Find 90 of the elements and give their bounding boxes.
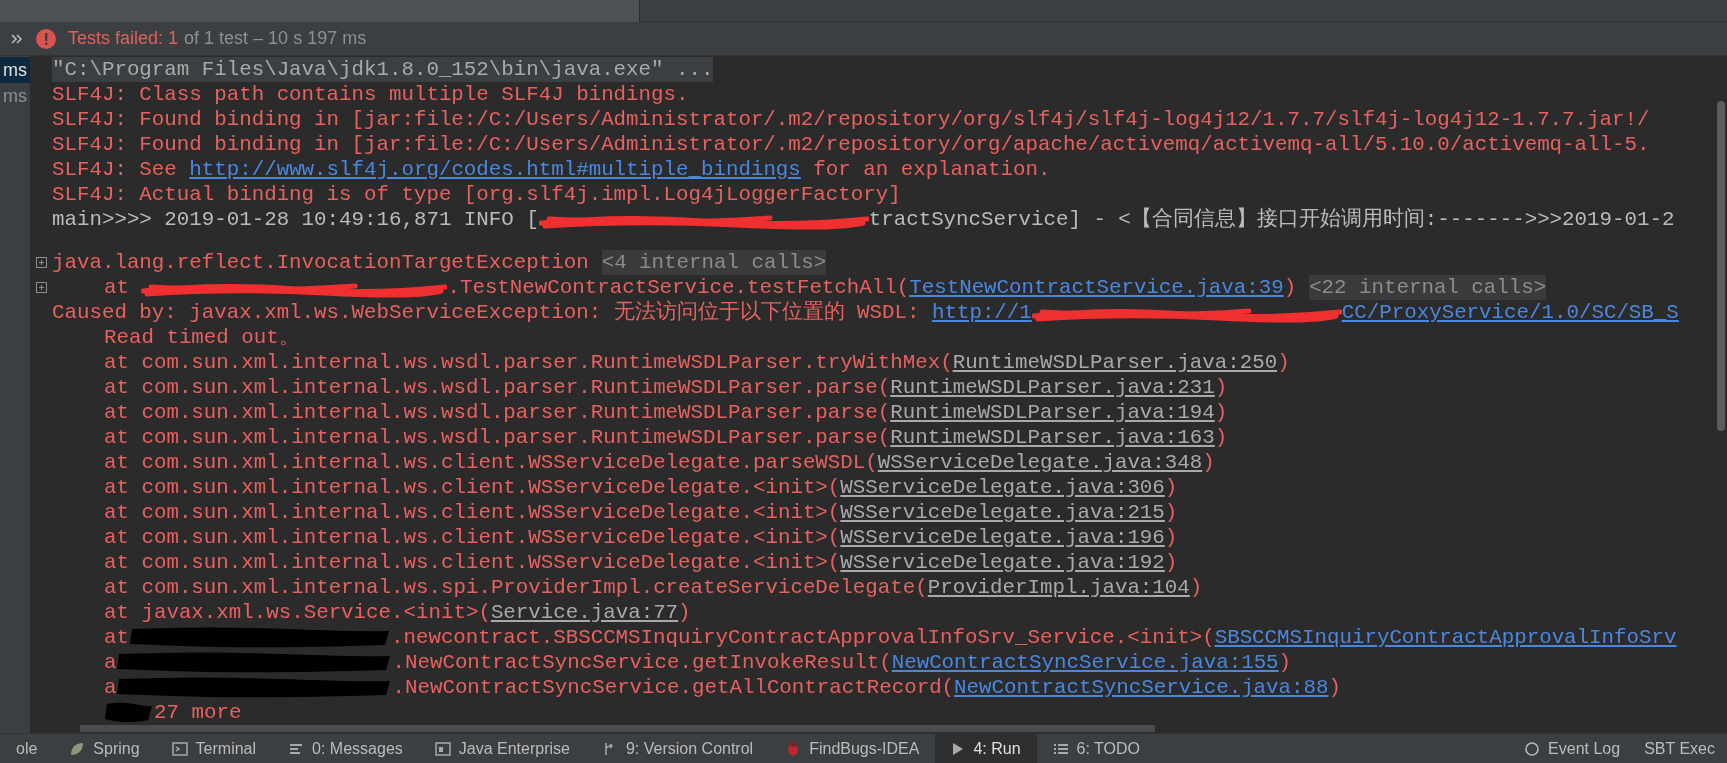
error-text: .TestNewContractService.testFetchAll( <box>447 275 910 300</box>
tool-window-button[interactable]: Event Log <box>1512 733 1633 763</box>
test-tree-item[interactable]: ms <box>0 83 30 109</box>
error-text: at com.sun.xml.internal.ws.client.WSServiceDelegate.<init>( <box>104 550 841 575</box>
error-text: SLF4J: Class path contains multiple SLF4J bindings. <box>52 82 689 107</box>
error-text: for an explanation. <box>812 157 1051 182</box>
error-icon <box>36 28 56 49</box>
error-text: at <box>104 275 130 300</box>
link[interactable]: SBSCCMSInquiryContractApprovalInfoSrv <box>1214 625 1677 650</box>
error-text: ) <box>1189 575 1203 600</box>
error-text: ) <box>1164 525 1178 550</box>
tool-window-button[interactable]: Spring <box>53 733 156 763</box>
error-text: ) <box>1214 400 1228 425</box>
error-text: SLF4J: Actual binding is of type [org.slf4j.impl.Log4jLoggerFactory] <box>52 182 901 207</box>
error-text: ) <box>1277 350 1290 375</box>
error-text: ) <box>1164 475 1178 500</box>
error-text: Read timed out。 <box>104 325 300 350</box>
error-text: java.lang.reflect.InvocationTargetException <box>52 250 589 275</box>
tool-window-button[interactable]: Terminal <box>155 733 273 763</box>
window-icon <box>434 740 451 757</box>
error-text: 27 more <box>154 700 242 725</box>
error-text: at com.sun.xml.internal.ws.wsdl.parser.RuntimeWSDLParser.parse( <box>104 425 891 450</box>
error-text: ) <box>1283 275 1297 300</box>
link[interactable]: CC/ProxyService/1.0/SC/SB_S <box>1341 300 1679 325</box>
tool-window-button[interactable]: 9: Version Control <box>585 733 770 763</box>
source-link[interactable]: RuntimeWSDLParser.java:250 <box>952 350 1278 375</box>
expand-icon[interactable] <box>35 282 47 293</box>
chevron-icon[interactable] <box>10 31 24 46</box>
error-text: SLF4J: See <box>52 157 178 182</box>
folded-calls[interactable]: <4 internal calls> <box>601 250 827 275</box>
command-line-text: "C:\Program Files\Java\jdk1.8.0_152\bin\java.exe" ... <box>52 57 714 82</box>
error-text: a <box>104 675 117 700</box>
error-text: ) <box>1214 425 1228 450</box>
error-text: at javax.xml.ws.Service.<init>( <box>104 600 491 625</box>
source-link[interactable]: WSServiceDelegate.java:348 <box>877 450 1203 475</box>
source-link[interactable]: Service.java:77 <box>490 600 679 625</box>
error-text: SLF4J: Found binding in [jar:file:/C:/Users/Administrator/.m2/repository/org/slf4j/slf4j-log4j12/1.7.7/slf4j-log4j12-1.7.7.jar!/ <box>52 107 1650 132</box>
tool-window-button[interactable]: FindBugs-IDEA <box>769 733 936 763</box>
link[interactable]: NewContractSyncService.java:88 <box>954 675 1329 700</box>
error-text: ) <box>1214 375 1228 400</box>
link[interactable]: NewContractSyncService.java:155 <box>891 650 1279 675</box>
error-text: ) <box>1278 650 1292 675</box>
leaf-icon <box>69 740 86 757</box>
tool-window-button[interactable]: 0: Messages <box>272 733 419 763</box>
error-text: at com.sun.xml.internal.ws.spi.ProviderImpl.createServiceDelegate( <box>104 575 928 600</box>
tool-window-button[interactable]: 4: Run <box>935 733 1037 763</box>
error-text: .NewContractSyncService.getInvokeResult( <box>392 650 892 675</box>
test-summary: of 1 test – 10 s 197 ms <box>184 27 367 50</box>
error-text: .NewContractSyncService.getAllContractRecord( <box>392 675 955 700</box>
error-text: a <box>104 650 117 675</box>
tool-window-button[interactable]: Java Enterprise <box>418 733 586 763</box>
expand-icon[interactable] <box>35 257 47 268</box>
source-link[interactable]: RuntimeWSDLParser.java:194 <box>890 400 1215 425</box>
source-link[interactable]: ProviderImpl.java:104 <box>927 575 1190 600</box>
source-link[interactable]: WSServiceDelegate.java:215 <box>840 500 1165 525</box>
horizontal-scrollbar[interactable] <box>80 725 1155 732</box>
source-link[interactable]: WSServiceDelegate.java:192 <box>840 550 1165 575</box>
error-text: ) <box>1328 675 1341 700</box>
error-text: at com.sun.xml.internal.ws.wsdl.parser.RuntimeWSDLParser.tryWithMex( <box>104 350 953 375</box>
error-text: at com.sun.xml.internal.ws.client.WSServiceDelegate.<init>( <box>104 500 841 525</box>
source-link[interactable]: WSServiceDelegate.java:196 <box>840 525 1165 550</box>
error-text: at com.sun.xml.internal.ws.client.WSServiceDelegate.<init>( <box>104 525 841 550</box>
error-text: at com.sun.xml.internal.ws.wsdl.parser.RuntimeWSDLParser.parse( <box>104 375 891 400</box>
balloon-icon <box>1524 740 1541 757</box>
error-text: .newcontract.SBSCCMSInquiryContractApprovalInfoSrv_Service.<init>( <box>390 625 1215 650</box>
error-text: ) <box>1164 500 1178 525</box>
link[interactable]: TestNewContractService.java:39 <box>909 275 1284 300</box>
source-link[interactable]: RuntimeWSDLParser.java:163 <box>890 425 1215 450</box>
terminal-icon <box>171 740 188 757</box>
error-text: ) <box>678 600 691 625</box>
tool-window-button[interactable]: SBT Exec <box>1632 733 1727 763</box>
error-text: at <box>104 625 129 650</box>
error-text: Caused by: javax.xml.ws.WebServiceException: 无法访问位于以下位置的 WSDL: <box>52 300 921 325</box>
tool-window-button[interactable]: ole <box>0 733 54 763</box>
folded-calls[interactable]: <22 internal calls> <box>1309 275 1547 300</box>
error-text: at com.sun.xml.internal.ws.client.WSServiceDelegate.<init>( <box>104 475 841 500</box>
test-tree-item[interactable]: ms <box>0 57 30 83</box>
tool-window-button[interactable]: 6: TODO <box>1036 733 1156 763</box>
log-text: tractSyncService] - <【合同信息】接口开始调用时间:------->>>2019-01-2 <box>868 207 1675 232</box>
log-text: main>>>> 2019-01-28 10:49:16,871 INFO [ <box>52 207 539 232</box>
source-link[interactable]: RuntimeWSDLParser.java:231 <box>890 375 1215 400</box>
error-text: ) <box>1164 550 1178 575</box>
error-text: SLF4J: Found binding in [jar:file:/C:/Users/Administrator/.m2/repository/org/apache/activemq/activemq-all/5.10.0/activemq-all-5. <box>52 132 1650 157</box>
error-text: at com.sun.xml.internal.ws.wsdl.parser.RuntimeWSDLParser.parse( <box>104 400 891 425</box>
tests-failed-label: Tests failed: 1 <box>68 27 179 50</box>
link[interactable]: http://1 <box>931 300 1032 325</box>
source-link[interactable]: WSServiceDelegate.java:306 <box>840 475 1165 500</box>
link[interactable]: http://www.slf4j.org/codes.html#multiple_bindings <box>189 157 801 182</box>
error-text: ) <box>1202 450 1215 475</box>
error-text: at com.sun.xml.internal.ws.client.WSServiceDelegate.parseWSDL( <box>104 450 878 475</box>
